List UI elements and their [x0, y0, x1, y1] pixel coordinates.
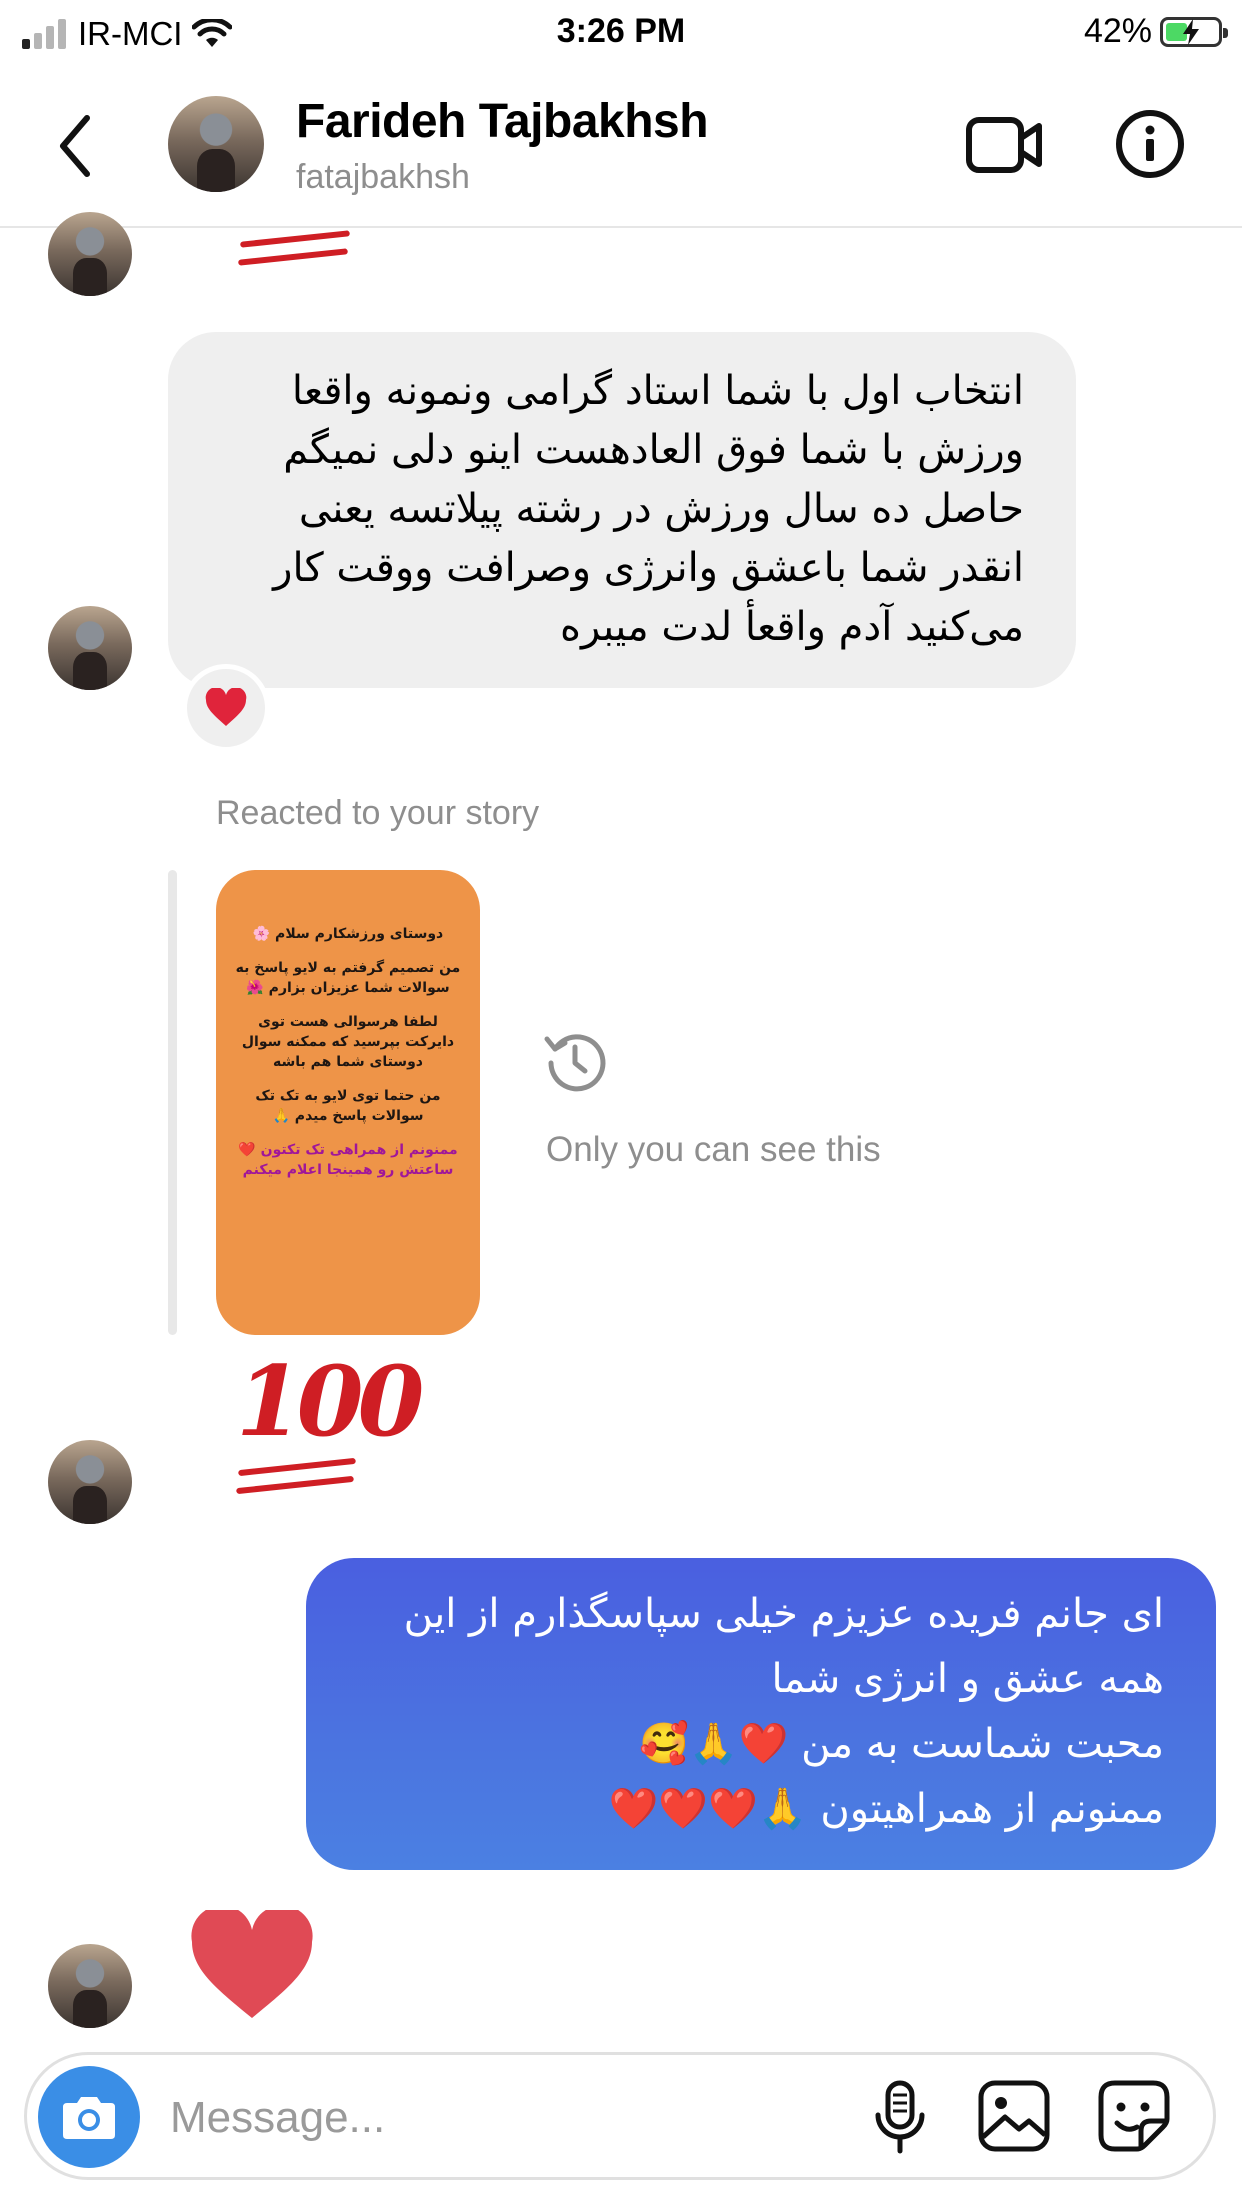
message-line: ممنونم از همراهیتون 🙏❤️❤️❤️ [608, 1786, 1164, 1832]
heart-reaction-icon [205, 688, 247, 726]
microphone-button[interactable] [868, 2076, 932, 2160]
sender-avatar [48, 212, 132, 296]
heart-message[interactable] [188, 1905, 316, 2022]
heart-icon [191, 1905, 313, 2018]
gallery-button[interactable] [976, 2078, 1052, 2154]
story-text: دوستای ورزشکارم سلام 🌸 [252, 926, 444, 942]
contact-avatar[interactable] [168, 96, 264, 192]
header-divider [0, 226, 1242, 228]
video-call-button[interactable] [960, 104, 1050, 184]
message-line: انتخاب اول با شما استاد گرامی ونمونه واق… [291, 368, 1024, 414]
story-reply-bar [168, 870, 177, 1335]
back-icon [60, 115, 90, 177]
back-button[interactable] [40, 106, 110, 186]
message-line: ای جانم فریده عزیزم خیلی سپاسگذارم از ای… [403, 1591, 1164, 1637]
sender-avatar [48, 1440, 132, 1524]
story-text: من حتما توی لایو به تک تک سوالات پاسخ می… [255, 1088, 441, 1124]
status-bar-right: 42% [1083, 12, 1228, 51]
incoming-message-bubble[interactable]: انتخاب اول با شما استاد گرامی ونمونه واق… [168, 332, 1076, 688]
message-line: همه عشق و انرژی شما [771, 1656, 1164, 1702]
battery-icon [1160, 16, 1228, 47]
hundred-emoji-partial [230, 226, 360, 272]
camera-button[interactable] [38, 2066, 140, 2168]
outgoing-message-bubble[interactable]: ای جانم فریده عزیزم خیلی سپاسگذارم از ای… [306, 1558, 1216, 1870]
contact-username[interactable]: fatajbakhsh [296, 158, 470, 197]
charging-bolt-icon [1183, 18, 1199, 45]
status-time: 3:26 PM [556, 12, 686, 50]
privacy-note: Only you can see this [546, 1130, 881, 1169]
message-input[interactable] [168, 2082, 832, 2154]
message-line: انقدر شما باعشق وانرژی وصرافت ووقت کار [273, 545, 1024, 591]
camera-icon [63, 2097, 115, 2139]
contact-name[interactable]: Farideh Tajbakhsh [296, 94, 709, 149]
story-text: من تصمیم گرفتم به لایو پاسخ به سوالات شم… [235, 960, 461, 996]
history-icon [540, 1026, 610, 1096]
story-text: ممنونم از همراهی تک تکتون ❤️ ساعتش رو هم… [238, 1142, 458, 1178]
sender-avatar [48, 1944, 132, 2028]
story-preview[interactable]: دوستای ورزشکارم سلام 🌸 من تصمیم گرفتم به… [216, 870, 480, 1335]
message-line: می‌کنید آدم واقعأ لدت میبره [560, 604, 1024, 650]
info-icon [1116, 110, 1184, 178]
heart-reaction[interactable] [182, 664, 270, 752]
story-reply-caption: Reacted to your story [216, 794, 540, 832]
message-line: محبت شماست به من ❤️🙏🥰 [639, 1721, 1164, 1767]
battery-percent: 42% [1083, 12, 1152, 50]
sender-avatar [48, 606, 132, 690]
gallery-icon [978, 2080, 1050, 2152]
story-text: لطفا هرسوالی هست توی دایرکت بپرسید که مم… [241, 1014, 455, 1070]
message-line: ورزش با شما فوق العادهست اینو دلی نمیگم [283, 427, 1024, 473]
message-line: حاصل ده سال ورزش در رشته پیلاتسه یعنی [298, 486, 1024, 532]
sticker-icon [1098, 2080, 1170, 2152]
sticker-button[interactable] [1096, 2078, 1172, 2154]
video-call-icon [966, 117, 1042, 173]
info-button[interactable] [1110, 104, 1190, 184]
hundred-emoji: 100 [232, 1352, 424, 1502]
microphone-icon [875, 2080, 925, 2154]
